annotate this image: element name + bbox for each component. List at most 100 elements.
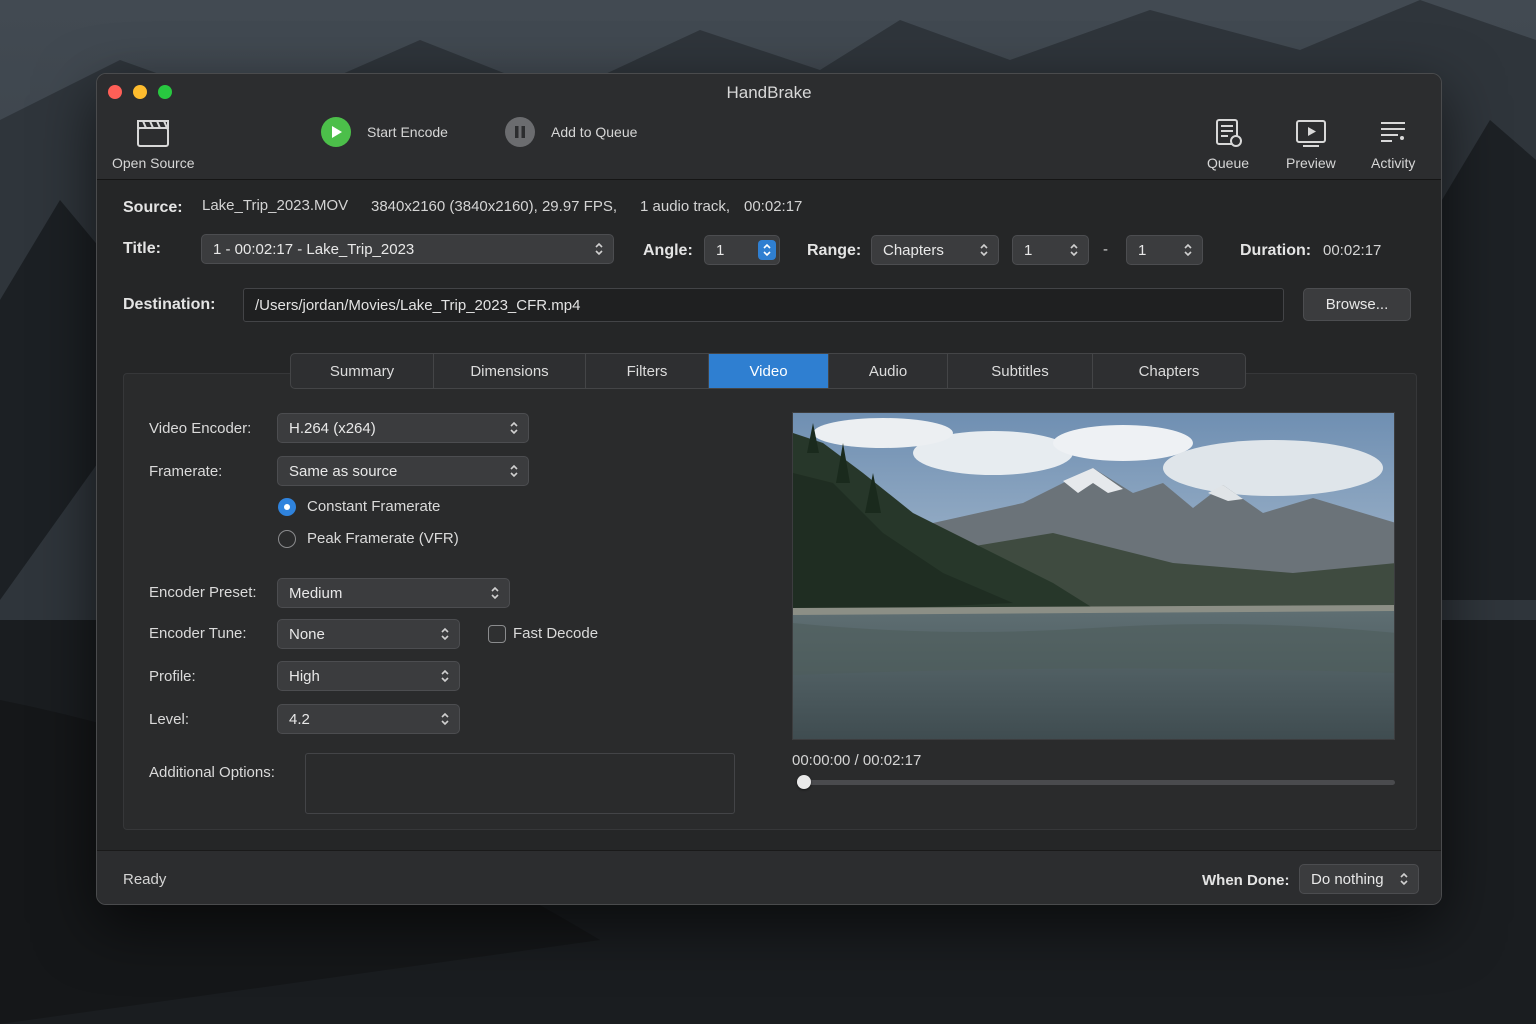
range-label: Range: <box>807 242 862 259</box>
browse-button[interactable]: Browse... <box>1303 288 1411 321</box>
level-value: 4.2 <box>289 710 310 728</box>
add-to-queue-button[interactable]: Add to Queue <box>505 117 637 147</box>
encoder-preset-select[interactable]: Medium <box>277 578 510 608</box>
tab-label: Dimensions <box>470 362 549 380</box>
video-encoder-value: H.264 (x264) <box>289 419 376 437</box>
when-done-label: When Done: <box>1202 872 1290 889</box>
additional-options-field[interactable] <box>305 753 735 814</box>
open-source-button[interactable]: Open Source <box>112 118 195 171</box>
duration-value: 00:02:17 <box>1323 242 1382 259</box>
window-title: HandBrake <box>726 83 812 102</box>
when-done-select[interactable]: Do nothing <box>1299 864 1419 894</box>
encoder-tune-value: None <box>289 625 325 643</box>
range-separator: - <box>1103 241 1108 258</box>
duration-label: Duration: <box>1240 242 1312 259</box>
tab-subtitles[interactable]: Subtitles <box>948 354 1093 388</box>
stepper-arrows-icon[interactable] <box>758 240 776 260</box>
range-select[interactable]: Chapters <box>871 235 999 265</box>
destination-path: /Users/jordan/Movies/Lake_Trip_2023_CFR.… <box>255 296 581 314</box>
constant-framerate-radio[interactable] <box>278 498 296 516</box>
toolbar: HandBrake Open Source Start Encode Add t… <box>97 74 1441 180</box>
additional-options-label: Additional Options: <box>149 764 275 781</box>
status-text: Ready <box>123 871 167 888</box>
play-icon <box>321 117 351 147</box>
video-preview <box>792 412 1395 740</box>
framerate-select[interactable]: Same as source <box>277 456 529 486</box>
range-end-value: 1 <box>1138 241 1147 259</box>
preview-label: Preview <box>1286 155 1336 171</box>
activity-button[interactable]: Activity <box>1371 118 1415 171</box>
range-end-select[interactable]: 1 <box>1126 235 1203 265</box>
profile-label: Profile: <box>149 668 196 685</box>
chevron-updown-icon <box>441 669 449 683</box>
tab-summary[interactable]: Summary <box>291 354 434 388</box>
level-label: Level: <box>149 711 190 728</box>
fast-decode-label[interactable]: Fast Decode <box>513 625 598 642</box>
tab-label: Summary <box>329 362 395 380</box>
source-audio: 1 audio track, <box>640 198 731 215</box>
tab-chapters[interactable]: Chapters <box>1093 354 1245 388</box>
framerate-label: Framerate: <box>149 463 223 480</box>
source-filename: Lake_Trip_2023.MOV <box>202 197 349 214</box>
chevron-updown-icon <box>1400 872 1408 886</box>
activity-label: Activity <box>1371 155 1416 171</box>
peak-framerate-radio[interactable] <box>278 530 296 548</box>
handbrake-window: HandBrake Open Source Start Encode Add t… <box>96 73 1442 905</box>
chevron-updown-icon <box>510 464 518 478</box>
framerate-value: Same as source <box>289 462 398 480</box>
settings-tabs: Summary Dimensions Filters Video Audio S… <box>290 353 1246 389</box>
scrubber-knob[interactable] <box>797 775 811 789</box>
title-label: Title: <box>123 240 161 257</box>
when-done-value: Do nothing <box>1311 870 1384 888</box>
chevron-updown-icon <box>510 421 518 435</box>
video-encoder-select[interactable]: H.264 (x264) <box>277 413 529 443</box>
browse-label: Browse... <box>1325 296 1389 313</box>
start-encode-button[interactable]: Start Encode <box>321 117 448 147</box>
tab-label: Video <box>749 362 788 380</box>
source-details: 3840x2160 (3840x2160), 29.97 FPS, <box>371 198 618 215</box>
tab-dimensions[interactable]: Dimensions <box>434 354 586 388</box>
tab-label: Chapters <box>1138 362 1200 380</box>
playback-time: 00:00:00 / 00:02:17 <box>792 752 922 769</box>
chevron-updown-icon <box>491 586 499 600</box>
angle-stepper[interactable]: 1 <box>704 235 780 265</box>
preview-scrubber[interactable] <box>797 775 1395 789</box>
title-select[interactable]: 1 - 00:02:17 - Lake_Trip_2023 <box>201 234 614 264</box>
angle-label: Angle: <box>643 242 693 259</box>
chevron-updown-icon <box>595 242 603 256</box>
status-bar: Ready When Done: Do nothing <box>97 850 1441 904</box>
queue-icon <box>1216 119 1243 147</box>
fast-decode-checkbox[interactable] <box>488 625 506 643</box>
destination-path-field[interactable]: /Users/jordan/Movies/Lake_Trip_2023_CFR.… <box>243 288 1284 322</box>
add-to-queue-label: Add to Queue <box>551 124 638 140</box>
chevron-updown-icon <box>1070 243 1078 257</box>
video-encoder-label: Video Encoder: <box>149 420 252 437</box>
chevron-updown-icon <box>441 627 449 641</box>
chevron-updown-icon <box>1184 243 1192 257</box>
tab-video[interactable]: Video <box>709 354 829 388</box>
pause-icon <box>505 117 535 147</box>
profile-value: High <box>289 667 320 685</box>
range-value: Chapters <box>883 241 944 259</box>
activity-icon <box>1381 122 1406 142</box>
tab-label: Audio <box>868 362 908 380</box>
tab-audio[interactable]: Audio <box>829 354 948 388</box>
chevron-updown-icon <box>980 243 988 257</box>
range-start-value: 1 <box>1024 241 1033 259</box>
preview-landscape-image <box>793 413 1394 739</box>
constant-framerate-label[interactable]: Constant Framerate <box>307 498 440 515</box>
queue-button[interactable]: Queue <box>1207 118 1249 171</box>
queue-label: Queue <box>1207 155 1250 171</box>
angle-value: 1 <box>716 241 725 259</box>
level-select[interactable]: 4.2 <box>277 704 460 734</box>
tab-filters[interactable]: Filters <box>586 354 709 388</box>
title-value: 1 - 00:02:17 - Lake_Trip_2023 <box>213 240 415 258</box>
range-start-select[interactable]: 1 <box>1012 235 1089 265</box>
profile-select[interactable]: High <box>277 661 460 691</box>
preview-button[interactable]: Preview <box>1286 118 1336 171</box>
encoder-tune-select[interactable]: None <box>277 619 460 649</box>
source-duration: 00:02:17 <box>744 198 803 215</box>
start-encode-label: Start Encode <box>367 124 448 140</box>
peak-framerate-label[interactable]: Peak Framerate (VFR) <box>307 530 459 547</box>
clapperboard-icon <box>137 120 170 147</box>
